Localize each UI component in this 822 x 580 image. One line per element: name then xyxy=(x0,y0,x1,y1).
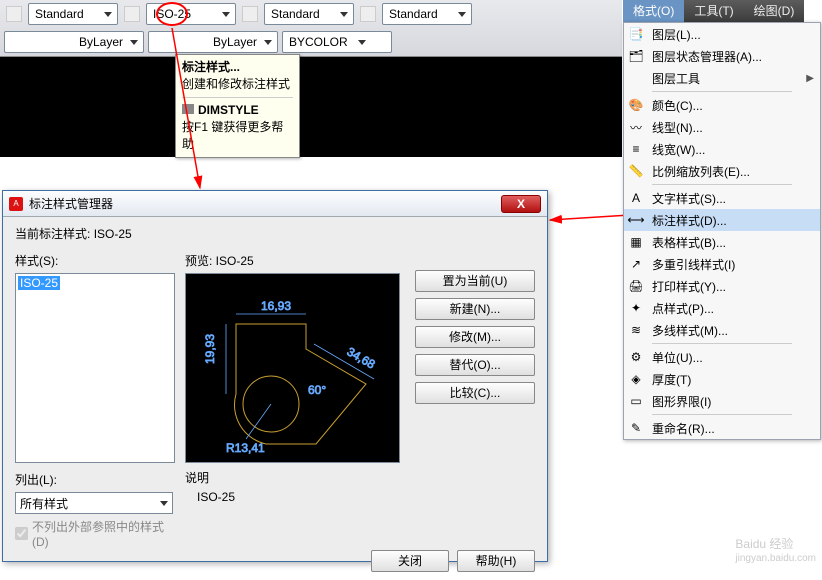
menu-format[interactable]: 格式(O) xyxy=(623,0,684,22)
dialog-title: 标注样式管理器 xyxy=(29,195,113,212)
list-filter-dropdown[interactable]: 所有样式 xyxy=(15,492,173,514)
lineweight-icon: ≡ xyxy=(624,138,648,160)
current-label: 当前标注样式: xyxy=(15,227,90,241)
svg-text:60°: 60° xyxy=(308,383,326,397)
layerstate-icon: 🗂 xyxy=(624,45,648,67)
drawing-area xyxy=(0,57,622,157)
menu-item-pointstyle[interactable]: ✦点样式(P)... xyxy=(624,297,820,319)
dialog-help-button[interactable]: 帮助(H) xyxy=(457,550,535,572)
scale-icon: 📏 xyxy=(624,160,648,182)
menu-item-scalelist[interactable]: 📏比例缩放列表(E)... xyxy=(624,160,820,182)
list-label: 列出(L): xyxy=(15,471,175,488)
watermark: Baidu 经验 jingyan.baidu.com xyxy=(735,532,816,564)
textstyle-icon: A xyxy=(624,187,648,209)
tooltip-help: 按F1 键获得更多帮助 xyxy=(182,120,283,151)
menu-item-units[interactable]: ⚙单位(U)... xyxy=(624,346,820,368)
preview-label: 预览: ISO-25 xyxy=(185,252,405,269)
dimstyle-icon[interactable] xyxy=(124,6,140,22)
tooltip-title: 标注样式... xyxy=(182,60,240,74)
annotation-circle-icon xyxy=(156,2,188,26)
xref-checkbox[interactable]: 不列出外部参照中的样式(D) xyxy=(15,518,175,549)
preview-pane: 16,93 19,93 R13,41 60° 34,68 xyxy=(185,273,400,463)
rename-icon: ✎ xyxy=(624,417,648,439)
limits-icon: ▭ xyxy=(624,390,648,412)
mleaderstyle-icon[interactable] xyxy=(360,6,376,22)
dimstyle-dialog: A 标注样式管理器 X 当前标注样式: ISO-25 样式(S): ISO-25… xyxy=(2,190,548,562)
menu-item-lineweight[interactable]: ≡线宽(W)... xyxy=(624,138,820,160)
desc-label: 说明 xyxy=(185,469,405,486)
app-logo-icon: A xyxy=(9,197,23,211)
menu-item-color[interactable]: 🎨颜色(C)... xyxy=(624,94,820,116)
tooltip-sub: 创建和修改标注样式 xyxy=(182,77,290,91)
dialog-titlebar[interactable]: A 标注样式管理器 X xyxy=(3,191,547,217)
menu-item-tablestyle[interactable]: ▦表格样式(B)... xyxy=(624,231,820,253)
mleaderstyle-dropdown[interactable]: Standard xyxy=(382,3,472,25)
menu-item-textstyle[interactable]: A文字样式(S)... xyxy=(624,187,820,209)
menu-item-rename[interactable]: ✎重命名(R)... xyxy=(624,417,820,439)
dimstyle-icon: ⟷ xyxy=(624,209,648,231)
close-button[interactable]: X xyxy=(501,195,541,213)
styles-label: 样式(S): xyxy=(15,252,175,269)
menu-item-linetype[interactable]: 〰线型(N)... xyxy=(624,116,820,138)
submenu-arrow-icon: ▶ xyxy=(806,73,814,84)
color-icon: 🎨 xyxy=(624,94,648,116)
tablestyle-icon[interactable] xyxy=(242,6,258,22)
menu-item-thickness[interactable]: ◈厚度(T) xyxy=(624,368,820,390)
menu-item-plotstyle[interactable]: 🖨打印样式(Y)... xyxy=(624,275,820,297)
units-icon: ⚙ xyxy=(624,346,648,368)
menu-item-mleaderstyle[interactable]: ↗多重引线样式(I) xyxy=(624,253,820,275)
style-item-selected[interactable]: ISO-25 xyxy=(18,276,60,290)
menu-item-layer[interactable]: 📑图层(L)... xyxy=(624,23,820,45)
desc-value: ISO-25 xyxy=(185,490,405,504)
styles-listbox[interactable]: ISO-25 xyxy=(15,273,175,463)
pointstyle-icon: ✦ xyxy=(624,297,648,319)
cmd-icon xyxy=(182,104,194,114)
textstyle-dropdown[interactable]: Standard xyxy=(28,3,118,25)
tablestyle-dropdown[interactable]: Standard xyxy=(264,3,354,25)
plotstyle-dropdown[interactable]: BYCOLOR xyxy=(282,31,392,53)
format-menu: 📑图层(L)... 🗂图层状态管理器(A)... 图层工具▶ 🎨颜色(C)...… xyxy=(623,22,821,440)
svg-text:R13,41: R13,41 xyxy=(226,441,265,455)
menu-item-layerstate[interactable]: 🗂图层状态管理器(A)... xyxy=(624,45,820,67)
toolbar: Standard ISO-25 Standard Standard ByLaye… xyxy=(0,0,622,57)
set-current-button[interactable]: 置为当前(U) xyxy=(415,270,535,292)
modify-button[interactable]: 修改(M)... xyxy=(415,326,535,348)
menu-tools[interactable]: 工具(T) xyxy=(684,0,743,22)
new-button[interactable]: 新建(N)... xyxy=(415,298,535,320)
layer-icon: 📑 xyxy=(624,23,648,45)
svg-text:19,93: 19,93 xyxy=(203,334,217,364)
plotstyle-icon: 🖨 xyxy=(624,275,648,297)
svg-text:16,93: 16,93 xyxy=(261,299,291,313)
menu-item-limits[interactable]: ▭图形界限(I) xyxy=(624,390,820,412)
menu-item-layertools[interactable]: 图层工具▶ xyxy=(624,67,820,89)
tablestyle-icon: ▦ xyxy=(624,231,648,253)
textstyle-icon[interactable] xyxy=(6,6,22,22)
compare-button[interactable]: 比较(C)... xyxy=(415,382,535,404)
menu-draw[interactable]: 绘图(D) xyxy=(744,0,805,22)
color-dropdown[interactable]: ByLayer xyxy=(4,31,144,53)
linetype-dropdown[interactable]: ByLayer xyxy=(148,31,278,53)
dialog-close-button[interactable]: 关闭 xyxy=(371,550,449,572)
thickness-icon: ◈ xyxy=(624,368,648,390)
mleader-icon: ↗ xyxy=(624,253,648,275)
mline-icon: ≋ xyxy=(624,319,648,341)
tooltip-cmd: DIMSTYLE xyxy=(198,103,259,117)
svg-text:34,68: 34,68 xyxy=(345,344,378,371)
menubar[interactable]: 格式(O) 工具(T) 绘图(D) xyxy=(623,0,804,22)
override-button[interactable]: 替代(O)... xyxy=(415,354,535,376)
current-value: ISO-25 xyxy=(94,227,132,241)
tooltip: 标注样式... 创建和修改标注样式 DIMSTYLE 按F1 键获得更多帮助 xyxy=(175,54,300,158)
menu-item-mlinestyle[interactable]: ≋多线样式(M)... xyxy=(624,319,820,341)
linetype-icon: 〰 xyxy=(624,116,648,138)
menu-item-dimstyle[interactable]: ⟷标注样式(D)... xyxy=(624,209,820,231)
